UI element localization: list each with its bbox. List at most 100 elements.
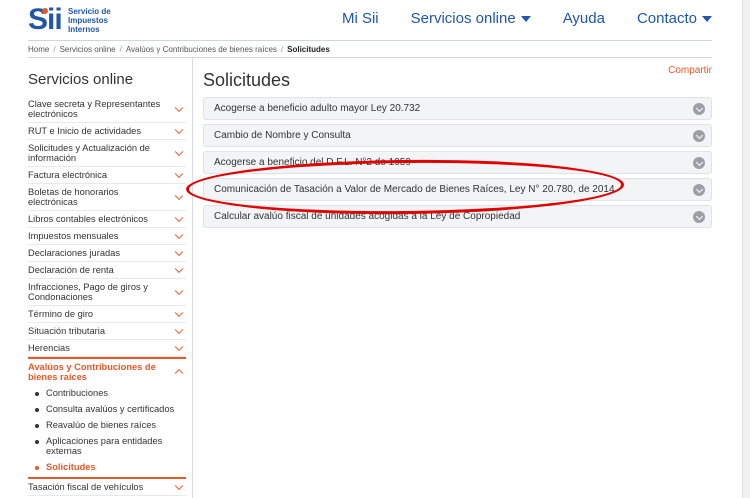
submenu-item-reavaluo[interactable]: Reavalúo de bienes raíces bbox=[28, 417, 186, 433]
sidebar-item-solicitudes-actualizacion[interactable]: Solicitudes y Actualización de informaci… bbox=[28, 140, 186, 167]
nav-label: Ayuda bbox=[562, 10, 605, 27]
logo-dot-icon bbox=[42, 8, 48, 14]
submenu-item-solicitudes[interactable]: Solicitudes bbox=[28, 459, 186, 475]
accordion-item-cambio-nombre[interactable]: Cambio de Nombre y Consulta bbox=[203, 124, 712, 147]
main-nav: Mi Sii Servicios online Ayuda Contacto bbox=[310, 10, 712, 27]
sidebar-item-label: Boletas de honorarios electrónicas bbox=[28, 187, 119, 207]
chevron-down-circle-icon bbox=[693, 130, 705, 142]
sidebar-item-label: Tasación fiscal de vehículos bbox=[28, 482, 144, 492]
breadcrumb-servicios-online[interactable]: Servicios online bbox=[60, 45, 116, 54]
sidebar-item-clave-secreta[interactable]: Clave secreta y Representantes electróni… bbox=[28, 96, 186, 123]
sidebar-item-label: Declaración de renta bbox=[28, 265, 114, 275]
nav-label: Servicios online bbox=[410, 10, 516, 27]
sidebar-item-factura[interactable]: Factura electrónica bbox=[28, 167, 186, 184]
sidebar-item-label: Avalúos y Contribuciones de bienes raíce… bbox=[28, 362, 156, 382]
sii-logo[interactable]: Sii Servicio de Impuestos Internos bbox=[28, 5, 148, 35]
submenu-item-contribuciones[interactable]: Contribuciones bbox=[28, 385, 186, 401]
breadcrumb-separator: / bbox=[280, 44, 284, 54]
sidebar-item-label: RUT e Inicio de actividades bbox=[28, 126, 141, 136]
sidebar-item-tasacion-vehiculos[interactable]: Tasación fiscal de vehículos bbox=[28, 479, 186, 496]
chevron-down-circle-icon bbox=[693, 184, 705, 196]
sidebar-title: Servicios online bbox=[28, 71, 134, 88]
logo-line: Internos bbox=[68, 25, 100, 34]
sidebar-active-section: Avalúos y Contribuciones de bienes raíce… bbox=[28, 357, 186, 479]
sidebar-item-rut[interactable]: RUT e Inicio de actividades bbox=[28, 123, 186, 140]
sidebar-item-declaraciones[interactable]: Declaraciones juradas bbox=[28, 245, 186, 262]
chevron-down-circle-icon bbox=[693, 103, 705, 115]
caret-down-icon bbox=[520, 15, 531, 22]
chevron-down-icon bbox=[174, 191, 184, 201]
sidebar-item-label: Libros contables electrónicos bbox=[28, 214, 148, 224]
accordion-item-label: Comunicación de Tasación a Valor de Merc… bbox=[214, 184, 615, 195]
sidebar-item-herencias[interactable]: Herencias bbox=[28, 340, 186, 357]
chevron-up-icon bbox=[174, 368, 184, 378]
chevron-down-icon bbox=[174, 342, 184, 352]
accordion: Acogerse a beneficio adulto mayor Ley 20… bbox=[203, 97, 712, 232]
chevron-down-icon bbox=[174, 230, 184, 240]
sidebar-item-label: Impuestos mensuales bbox=[28, 231, 119, 241]
sidebar-menu: Clave secreta y Representantes electróni… bbox=[28, 96, 186, 496]
sidebar-item-label: Herencias bbox=[28, 343, 70, 353]
sidebar-item-infracciones[interactable]: Infracciones, Pago de giros y Condonacio… bbox=[28, 279, 186, 306]
sidebar: Servicios online Clave secreta y Represe… bbox=[28, 58, 193, 498]
sidebar-item-termino-giro[interactable]: Término de giro bbox=[28, 306, 186, 323]
nav-servicios-online[interactable]: Servicios online bbox=[411, 10, 531, 27]
breadcrumb-separator: / bbox=[53, 44, 56, 54]
sidebar-item-renta[interactable]: Declaración de renta bbox=[28, 262, 186, 279]
chevron-down-icon bbox=[174, 264, 184, 274]
submenu-item-aplicaciones[interactable]: Aplicaciones para entidades externas bbox=[28, 433, 186, 459]
chevron-down-circle-icon bbox=[693, 157, 705, 169]
nav-label: Mi Sii bbox=[341, 10, 379, 27]
sidebar-item-label: Infracciones, Pago de giros y Condonacio… bbox=[28, 282, 148, 302]
nav-contacto[interactable]: Contacto bbox=[637, 10, 712, 27]
nav-mi-sii[interactable]: Mi Sii bbox=[342, 10, 379, 27]
caret-down-icon bbox=[702, 15, 712, 22]
share-link[interactable]: Compartir bbox=[668, 65, 712, 76]
chevron-down-icon bbox=[174, 325, 184, 335]
sidebar-submenu: Contribuciones Consulta avalúos y certif… bbox=[28, 385, 186, 479]
breadcrumb-home[interactable]: Home bbox=[28, 45, 49, 54]
logo-line: Servicio de bbox=[68, 7, 111, 16]
breadcrumb-avaluos[interactable]: Avalúos y Contribuciones de bienes raíce… bbox=[126, 45, 277, 54]
accordion-item-label: Acogerse a beneficio adulto mayor Ley 20… bbox=[214, 103, 421, 114]
chevron-down-icon bbox=[174, 481, 184, 491]
accordion-item-tasacion-mercado[interactable]: Comunicación de Tasación a Valor de Merc… bbox=[203, 178, 712, 201]
chevron-down-icon bbox=[174, 169, 184, 179]
chevron-down-icon bbox=[174, 213, 184, 223]
sidebar-item-label: Solicitudes y Actualización de informaci… bbox=[28, 143, 150, 163]
sidebar-item-avaluos[interactable]: Avalúos y Contribuciones de bienes raíce… bbox=[28, 359, 186, 385]
sidebar-item-impuestos[interactable]: Impuestos mensuales bbox=[28, 228, 186, 245]
sidebar-item-situacion[interactable]: Situación tributaria bbox=[28, 323, 186, 340]
chevron-down-icon bbox=[174, 247, 184, 257]
sidebar-item-boletas[interactable]: Boletas de honorarios electrónicas bbox=[28, 184, 186, 211]
accordion-item-label: Calcular avalúo fiscal de unidades acogi… bbox=[214, 211, 521, 222]
chevron-down-icon bbox=[174, 125, 184, 135]
accordion-item-label: Cambio de Nombre y Consulta bbox=[214, 130, 351, 141]
sidebar-item-label: Declaraciones juradas bbox=[28, 248, 120, 258]
page-scrollbar[interactable] bbox=[742, 0, 750, 498]
sidebar-item-libros[interactable]: Libros contables electrónicos bbox=[28, 211, 186, 228]
sidebar-item-label: Factura electrónica bbox=[28, 170, 108, 180]
accordion-item-adulto-mayor[interactable]: Acogerse a beneficio adulto mayor Ley 20… bbox=[203, 97, 712, 120]
main-content: Solicitudes Compartir Acogerse a benefic… bbox=[203, 58, 712, 498]
nav-ayuda[interactable]: Ayuda bbox=[563, 10, 605, 27]
logo-text: Servicio de Impuestos Internos bbox=[68, 7, 148, 34]
submenu-item-consulta-avaluos[interactable]: Consulta avalúos y certificados bbox=[28, 401, 186, 417]
accordion-item-dfl2[interactable]: Acogerse a beneficio del D.F.L. N°2 de 1… bbox=[203, 151, 712, 174]
sidebar-item-label: Clave secreta y Representantes electróni… bbox=[28, 99, 161, 119]
breadcrumb-separator: / bbox=[119, 44, 122, 54]
chevron-down-circle-icon bbox=[693, 211, 705, 223]
site-header: Sii Servicio de Impuestos Internos Mi Si… bbox=[0, 0, 750, 40]
chevron-down-icon bbox=[174, 147, 184, 157]
accordion-item-label: Acogerse a beneficio del D.F.L. N°2 de 1… bbox=[214, 157, 411, 168]
chevron-down-icon bbox=[174, 103, 184, 113]
sidebar-item-label: Término de giro bbox=[28, 309, 94, 319]
page-title: Solicitudes bbox=[203, 70, 291, 90]
nav-label: Contacto bbox=[636, 10, 697, 27]
sidebar-item-label: Situación tributaria bbox=[28, 326, 105, 336]
chevron-down-icon bbox=[174, 308, 184, 318]
logo-line: Impuestos bbox=[68, 16, 109, 25]
chevron-down-icon bbox=[174, 286, 184, 296]
breadcrumb: Home / Servicios online / Avalúos y Cont… bbox=[28, 40, 712, 58]
accordion-item-copropiedad[interactable]: Calcular avalúo fiscal de unidades acogi… bbox=[203, 205, 712, 228]
